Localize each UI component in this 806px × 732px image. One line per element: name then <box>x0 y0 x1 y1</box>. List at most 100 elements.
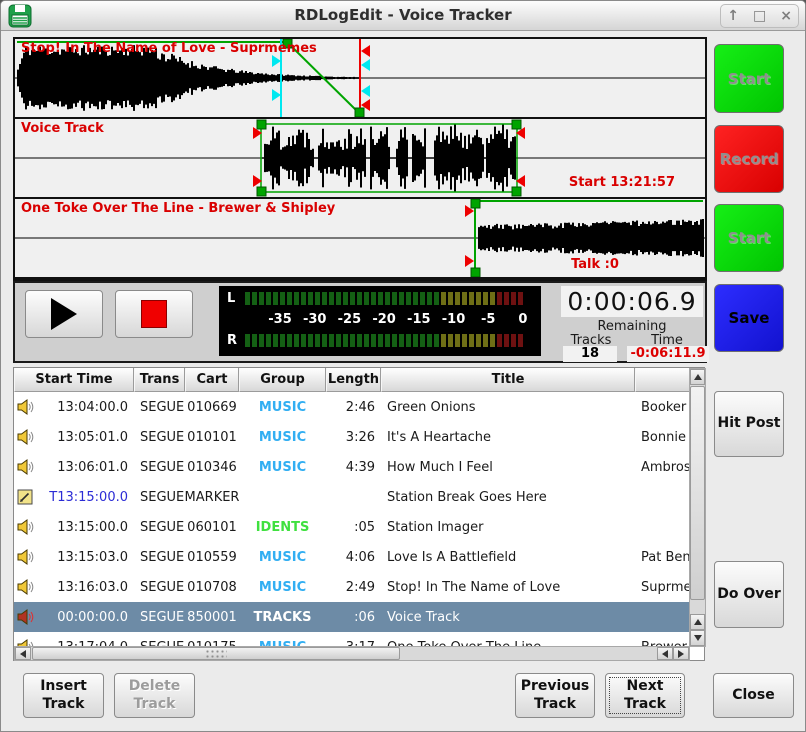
waveform-panel-outgoing-track[interactable]: Stop! In The Name of Love - Suprmemes <box>15 39 705 117</box>
column-header-trans[interactable]: Trans <box>134 368 185 392</box>
log-cell: 3:26 <box>326 422 381 452</box>
log-row[interactable]: 13:06:01.0SEGUE010346MUSIC4:39How Much I… <box>14 452 690 482</box>
log-row[interactable]: 13:05:01.0SEGUE010101MUSIC3:26It's A Hea… <box>14 422 690 452</box>
scroll-up-button-2[interactable] <box>690 614 705 630</box>
log-cell: Green Onions <box>381 392 635 422</box>
start-track1-button[interactable]: Start <box>714 44 784 113</box>
meter-segment <box>462 334 467 347</box>
scroll-down-button[interactable] <box>690 630 705 646</box>
meter-scale-label: -5 <box>481 312 495 327</box>
scroll-left-button-2[interactable] <box>657 647 673 660</box>
meter-segment <box>434 292 439 305</box>
meter-segment <box>455 292 460 305</box>
meter-segment <box>252 334 257 347</box>
meter-segment <box>287 334 292 347</box>
log-cell: SEGUE <box>134 632 185 647</box>
meter-segment <box>266 334 271 347</box>
column-header-start-time[interactable]: Start Time <box>14 368 134 392</box>
log-cell: 010559 <box>185 542 239 572</box>
log-cell: SEGUE <box>134 452 185 482</box>
shade-window-icon[interactable]: ↑ <box>727 4 739 28</box>
log-row[interactable]: 13:17:04.0SEGUE010175MUSIC3:17One Toke O… <box>14 632 690 647</box>
meter-segment <box>441 292 446 305</box>
log-row[interactable]: 13:15:00.0SEGUE060101IDENTS:05Station Im… <box>14 512 690 542</box>
vertical-scroll-thumb[interactable] <box>690 386 705 600</box>
meter-segment <box>511 292 516 305</box>
meter-segment <box>427 334 432 347</box>
track-1-title: Stop! In The Name of Love - Suprmemes <box>21 41 317 56</box>
meter-segment <box>385 334 390 347</box>
meter-segment <box>259 334 264 347</box>
log-cell: TRACKS <box>239 602 326 632</box>
log-cell: 4:39 <box>326 452 381 482</box>
window-title: RDLogEdit - Voice Tracker <box>1 6 805 24</box>
scroll-right-button[interactable] <box>673 647 689 660</box>
meter-segment <box>441 334 446 347</box>
meter-right-label: R <box>227 333 241 348</box>
column-header-title[interactable]: Title <box>381 368 635 392</box>
meter-segment <box>350 292 355 305</box>
log-cell: MUSIC <box>239 452 326 482</box>
log-row[interactable]: 13:04:00.0SEGUE010669MUSIC2:46Green Onio… <box>14 392 690 422</box>
close-window-icon[interactable]: × <box>780 4 792 28</box>
log-cell: MUSIC <box>239 632 326 647</box>
log-cell: 13:17:04.0 <box>14 632 134 647</box>
horizontal-scroll-thumb[interactable] <box>32 647 400 660</box>
hit-post-button[interactable]: Hit Post <box>714 391 784 457</box>
column-header-artist[interactable] <box>635 368 690 392</box>
meter-segment <box>378 292 383 305</box>
log-cell: MUSIC <box>239 542 326 572</box>
meter-segment <box>455 334 460 347</box>
meter-segment <box>371 292 376 305</box>
horizontal-scrollbar[interactable] <box>14 646 690 661</box>
insert-track-button[interactable]: InsertTrack <box>23 673 104 718</box>
meter-segment <box>434 334 439 347</box>
column-header-group[interactable]: Group <box>239 368 326 392</box>
close-button[interactable]: Close <box>713 673 794 718</box>
meter-segment <box>259 292 264 305</box>
log-cell: Love Is A Battlefield <box>381 542 635 572</box>
delete-track-button[interactable]: DeleteTrack <box>114 673 195 718</box>
scroll-left-button[interactable] <box>15 647 31 660</box>
stop-button[interactable] <box>115 290 193 338</box>
log-row-selected[interactable]: 00:00:00.0SEGUE850001TRACKS:06Voice Trac… <box>14 602 690 632</box>
log-row[interactable]: 13:16:03.0SEGUE010708MUSIC2:49Stop! In T… <box>14 572 690 602</box>
maximize-window-icon[interactable]: □ <box>753 4 766 28</box>
meter-segment <box>343 334 348 347</box>
meter-segment <box>294 334 299 347</box>
next-track-button[interactable]: NextTrack <box>605 673 685 718</box>
log-cell: Suprmemes <box>635 572 690 602</box>
waveform-panel-voice-track[interactable]: Voice Track Start 13:21:57 <box>15 119 705 197</box>
meter-segment <box>343 292 348 305</box>
log-cell: SEGUE <box>134 572 185 602</box>
play-button[interactable] <box>25 290 103 338</box>
previous-track-button[interactable]: PreviousTrack <box>515 673 595 718</box>
waveform-panel-incoming-track[interactable]: One Toke Over The Line - Brewer & Shiple… <box>15 199 705 277</box>
meter-segment <box>301 292 306 305</box>
column-header-cart[interactable]: Cart <box>185 368 239 392</box>
log-header-row: Start TimeTransCartGroupLengthTitle <box>14 368 690 392</box>
log-cell: T13:15:00.0 <box>14 482 134 512</box>
arrow-up-icon <box>694 619 702 625</box>
record-button[interactable]: Record <box>714 125 784 193</box>
thumb-grip <box>205 649 227 658</box>
arrow-right-icon <box>678 650 684 658</box>
log-cell <box>239 482 326 512</box>
save-button[interactable]: Save <box>714 284 784 352</box>
column-header-length[interactable]: Length <box>326 368 381 392</box>
scroll-up-button[interactable] <box>690 369 705 385</box>
do-over-button[interactable]: Do Over <box>714 561 784 628</box>
log-cell: SEGUE <box>134 392 185 422</box>
vertical-scrollbar[interactable] <box>689 368 706 647</box>
meter-segment <box>308 334 313 347</box>
meter-segment <box>504 292 509 305</box>
meter-segment <box>350 334 355 347</box>
meter-scale-label: -35 <box>268 312 292 327</box>
log-row[interactable]: 13:15:03.0SEGUE010559MUSIC4:06Love Is A … <box>14 542 690 572</box>
meter-segment <box>308 292 313 305</box>
meter-segment <box>322 292 327 305</box>
start-track3-button[interactable]: Start <box>714 204 784 272</box>
arrow-up-icon <box>694 374 702 380</box>
track-3-title: One Toke Over The Line - Brewer & Shiple… <box>21 201 335 216</box>
log-row[interactable]: T13:15:00.0SEGUEMARKERStation Break Goes… <box>14 482 690 512</box>
